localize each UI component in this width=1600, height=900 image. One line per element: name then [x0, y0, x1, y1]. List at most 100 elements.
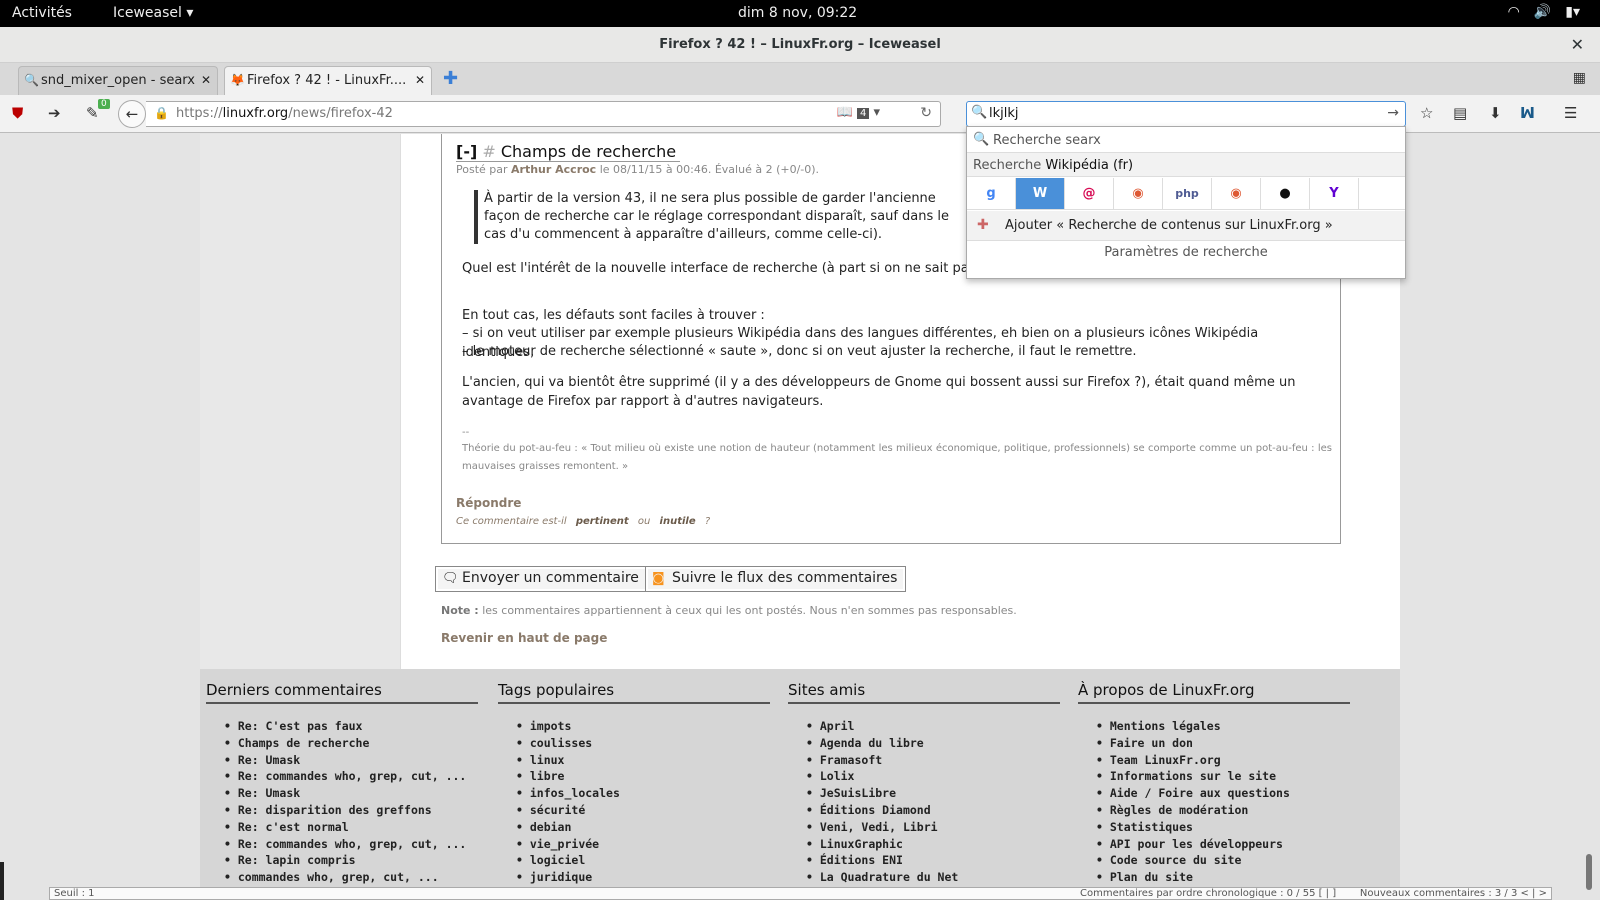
- footer-link[interactable]: Re: commandes who, grep, cut, ...: [224, 836, 478, 853]
- author-link[interactable]: Arthur Accroc: [511, 163, 596, 176]
- clock[interactable]: dim 8 nov, 09:22: [738, 5, 857, 21]
- search-go-icon[interactable]: →: [1387, 105, 1399, 121]
- add-search-engine-item[interactable]: ✚ Ajouter « Recherche de contenus sur Li…: [967, 211, 1405, 241]
- footer-link[interactable]: Re: Umask: [224, 785, 478, 802]
- tab-linuxfr[interactable]: 🦊 Firefox ? 42 ! - LinuxFr.... ✕: [224, 66, 432, 95]
- footer-link[interactable]: coulisses: [516, 735, 770, 752]
- footer-link[interactable]: Champs de recherche: [224, 735, 478, 752]
- yahoo-icon[interactable]: Y: [1310, 178, 1359, 209]
- footer-link[interactable]: Code source du site: [1096, 852, 1350, 869]
- footer-link[interactable]: linux: [516, 752, 770, 769]
- wikipedia-icon[interactable]: W: [1016, 178, 1065, 209]
- reply-link[interactable]: Répondre: [456, 496, 521, 510]
- footer-link[interactable]: commandes who, grep, cut, ...: [224, 869, 478, 886]
- vote-pertinent-link[interactable]: pertinent: [576, 516, 629, 527]
- search-engine-icon[interactable]: 🔍: [971, 105, 987, 120]
- addon-icon[interactable]: ✎: [86, 104, 99, 122]
- left-sidebar: [200, 134, 401, 669]
- window-close-button[interactable]: ✕: [1571, 35, 1584, 54]
- tab-close-icon[interactable]: ✕: [415, 73, 425, 87]
- footer-link[interactable]: Re: c'est normal: [224, 819, 478, 836]
- volume-icon[interactable]: 🔊: [1534, 4, 1551, 20]
- threshold-label[interactable]: Seuil : 1: [54, 888, 94, 899]
- duckduckgo-alt-icon[interactable]: ◉: [1212, 178, 1261, 209]
- footer-heading: À propos de LinuxFr.org: [1078, 681, 1350, 704]
- footer-link[interactable]: Statistiques: [1096, 819, 1350, 836]
- footer-link[interactable]: April: [806, 718, 1060, 735]
- tab-searx[interactable]: 🔍 snd_mixer_open - searx ✕: [18, 66, 218, 95]
- footer-link[interactable]: Re: C'est pas faux: [224, 718, 478, 735]
- comments-status-bar: Seuil : 1 Commentaires par ordre chronol…: [49, 887, 1552, 900]
- reader-count: 4: [856, 108, 870, 119]
- reload-icon[interactable]: ↻: [920, 105, 932, 121]
- chronological-nav[interactable]: Commentaires par ordre chronologique : 0…: [1080, 888, 1336, 899]
- footer-link[interactable]: logiciel: [516, 852, 770, 869]
- ublock-icon[interactable]: ⛊: [12, 104, 23, 122]
- url-bar[interactable]: 🔒 https://linuxfr.org/news/firefox-42 📖 …: [146, 101, 941, 127]
- footer-link[interactable]: libre: [516, 768, 770, 785]
- footer-link[interactable]: Re: Umask: [224, 752, 478, 769]
- footer-link[interactable]: Plan du site: [1096, 869, 1350, 886]
- footer-link[interactable]: infos_locales: [516, 785, 770, 802]
- footer-link[interactable]: Faire un don: [1096, 735, 1350, 752]
- search-input[interactable]: 🔍 lkjlkj →: [966, 101, 1406, 127]
- new-comments-nav[interactable]: Nouveaux commentaires : 3 / 3 < | >: [1360, 888, 1547, 899]
- footer-link[interactable]: juridique: [516, 869, 770, 886]
- app-menu[interactable]: Iceweasel ▾: [113, 5, 193, 21]
- searx-suggestion[interactable]: 🔍 Recherche searx: [967, 127, 1405, 153]
- footer-link[interactable]: La Quadrature du Net: [806, 869, 1060, 886]
- downloads-icon[interactable]: ⬇: [1489, 104, 1502, 122]
- reader-view-icon[interactable]: 📖 4 ▾: [837, 105, 880, 120]
- debian-icon[interactable]: @: [1065, 178, 1114, 209]
- vote-inutile-link[interactable]: inutile: [660, 516, 696, 527]
- footer-link[interactable]: Re: commandes who, grep, cut, ...: [224, 768, 478, 785]
- github-icon[interactable]: ●: [1261, 178, 1310, 209]
- footer-link[interactable]: Team LinuxFr.org: [1096, 752, 1350, 769]
- footer-link[interactable]: debian: [516, 819, 770, 836]
- back-to-top-link[interactable]: Revenir en haut de page: [441, 631, 607, 645]
- translate-icon[interactable]: ꟽ: [1520, 104, 1535, 122]
- footer-link[interactable]: Agenda du libre: [806, 735, 1060, 752]
- footer-link[interactable]: Règles de modération: [1096, 802, 1350, 819]
- footer-link[interactable]: impots: [516, 718, 770, 735]
- footer-link[interactable]: Éditions ENI: [806, 852, 1060, 869]
- tab-groups-icon[interactable]: ▦: [1573, 70, 1586, 86]
- paragraph: L'ancien, qui va bientôt être supprimé (…: [462, 375, 1296, 409]
- footer-link[interactable]: Framasoft: [806, 752, 1060, 769]
- duckduckgo-icon[interactable]: ◉: [1114, 178, 1163, 209]
- footer-link[interactable]: Informations sur le site: [1096, 768, 1350, 785]
- activities-button[interactable]: Activités: [12, 5, 72, 21]
- follow-feed-button[interactable]: ◙ Suivre le flux des commentaires: [645, 566, 907, 592]
- footer-link[interactable]: Re: lapin compris: [224, 852, 478, 869]
- comment-anchor[interactable]: #: [482, 142, 495, 161]
- tab-label: snd_mixer_open - searx: [41, 73, 196, 88]
- system-tray[interactable]: ◠ 🔊 ▮▾: [1508, 4, 1580, 20]
- footer-link[interactable]: Mentions légales: [1096, 718, 1350, 735]
- tab-bar: 🔍 snd_mixer_open - searx ✕ 🦊 Firefox ? 4…: [0, 63, 1600, 95]
- footer-link[interactable]: vie_privée: [516, 836, 770, 853]
- forward-circle-icon[interactable]: ➔: [48, 104, 61, 122]
- footer-link[interactable]: Aide / Foire aux questions: [1096, 785, 1350, 802]
- google-icon[interactable]: g: [967, 178, 1016, 209]
- tab-close-icon[interactable]: ✕: [201, 73, 211, 87]
- fold-toggle[interactable]: [-]: [456, 142, 477, 161]
- footer-link[interactable]: API pour les développeurs: [1096, 836, 1350, 853]
- footer-link[interactable]: sécurité: [516, 802, 770, 819]
- scrollbar-thumb[interactable]: [1586, 854, 1592, 890]
- menu-icon[interactable]: ☰: [1564, 104, 1577, 122]
- footer-link[interactable]: JeSuisLibre: [806, 785, 1060, 802]
- footer-link[interactable]: Re: disparition des greffons: [224, 802, 478, 819]
- php-icon[interactable]: php: [1163, 178, 1212, 209]
- search-settings-link[interactable]: Paramètres de recherche: [967, 245, 1405, 260]
- footer-link[interactable]: Veni, Vedi, Libri: [806, 819, 1060, 836]
- footer-link[interactable]: Lolix: [806, 768, 1060, 785]
- footer-link[interactable]: LinuxGraphic: [806, 836, 1060, 853]
- send-comment-button[interactable]: 🗨 Envoyer un commentaire: [435, 566, 648, 592]
- footer-link[interactable]: Éditions Diamond: [806, 802, 1060, 819]
- new-tab-button[interactable]: ✚: [443, 68, 458, 89]
- back-button[interactable]: ←: [118, 100, 146, 128]
- bookmarks-list-icon[interactable]: ▤: [1453, 104, 1467, 122]
- wifi-icon[interactable]: ◠: [1508, 4, 1520, 20]
- bookmark-star-icon[interactable]: ☆: [1420, 104, 1433, 122]
- battery-icon[interactable]: ▮▾: [1565, 4, 1580, 20]
